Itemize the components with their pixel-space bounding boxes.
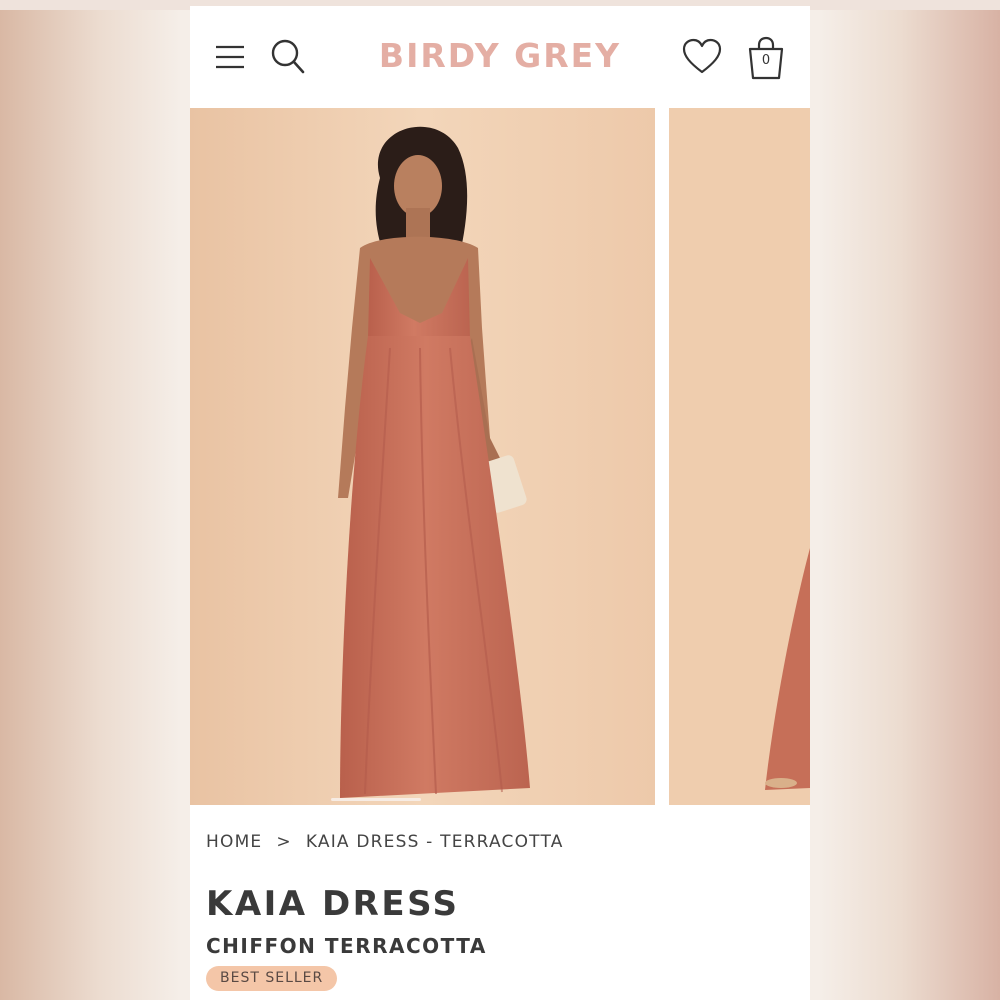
site-header: BIRDY GREY 0 — [190, 6, 810, 106]
slide-indicator — [331, 798, 421, 801]
breadcrumb-separator: > — [276, 832, 292, 852]
phone-screen: BIRDY GREY 0 HOME > KAIA DRESS - TERRACO… — [190, 6, 810, 1000]
hamburger-menu-icon[interactable] — [214, 42, 248, 72]
site-logo[interactable]: BIRDY GREY — [360, 36, 640, 76]
best-seller-badge: BEST SELLER — [206, 966, 338, 991]
product-title: KAIA DRESS — [206, 884, 460, 924]
bag-count: 0 — [761, 53, 771, 68]
product-image-main[interactable] — [190, 108, 655, 805]
product-image-gallery[interactable] — [190, 108, 810, 805]
product-subtitle: CHIFFON TERRACOTTA — [206, 934, 487, 958]
breadcrumb: HOME > KAIA DRESS - TERRACOTTA — [206, 832, 564, 852]
breadcrumb-current: KAIA DRESS - TERRACOTTA — [305, 832, 564, 852]
heart-icon[interactable] — [682, 38, 722, 76]
dress-partial-illustration — [669, 108, 810, 805]
product-image-next[interactable] — [669, 108, 810, 805]
search-icon[interactable] — [270, 38, 306, 76]
dress-model-illustration — [190, 108, 655, 805]
breadcrumb-home-link[interactable]: HOME — [206, 832, 262, 852]
